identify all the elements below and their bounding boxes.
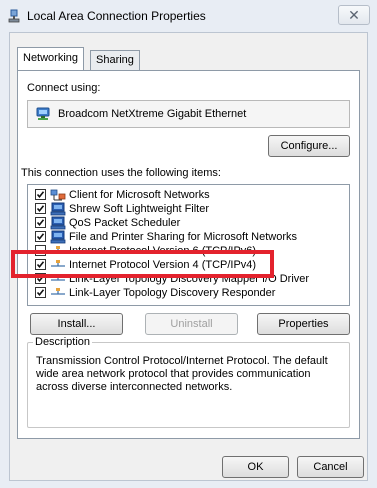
protocol-icon — [51, 260, 65, 267]
list-item[interactable]: Internet Protocol Version 6 (TCP/IPv6) — [28, 245, 349, 259]
list-item[interactable]: Shrew Soft Lightweight Filter — [28, 202, 349, 217]
configure-button[interactable]: Configure... — [268, 135, 350, 157]
checkmark-icon — [36, 219, 45, 227]
dialog-body: Networking Sharing Connect using: Broadc… — [9, 32, 368, 481]
checkmark-icon — [36, 289, 45, 297]
close-icon: ✕ — [348, 7, 360, 23]
item-checkbox[interactable] — [35, 287, 46, 298]
connect-using-label: Connect using: — [27, 82, 101, 94]
protocol-icon — [51, 246, 65, 253]
description-legend: Description — [33, 336, 93, 348]
items-list[interactable]: Client for Microsoft Networks Shrew Soft… — [27, 184, 350, 306]
item-label: QoS Packet Scheduler — [69, 217, 181, 229]
item-label: File and Printer Sharing for Microsoft N… — [69, 231, 298, 243]
uninstall-button[interactable]: Uninstall — [145, 313, 238, 335]
list-item[interactable]: QoS Packet Scheduler — [28, 216, 349, 231]
item-checkbox[interactable] — [35, 259, 46, 270]
item-label: Link-Layer Topology Discovery Mapper I/O… — [69, 273, 310, 285]
item-label: Internet Protocol Version 6 (TCP/IPv6) — [69, 245, 257, 257]
list-item[interactable]: Link-Layer Topology Discovery Mapper I/O… — [28, 273, 349, 287]
network-connection-icon — [8, 9, 20, 23]
description-text: Transmission Control Protocol/Internet P… — [36, 355, 328, 393]
cancel-button[interactable]: Cancel — [297, 456, 364, 478]
description-group: Description Transmission Control Protoco… — [27, 336, 350, 428]
properties-dialog: Local Area Connection Properties ✕ Netwo… — [0, 0, 377, 488]
item-label: Shrew Soft Lightweight Filter — [69, 203, 210, 215]
install-button[interactable]: Install... — [30, 313, 123, 335]
item-label: Internet Protocol Version 4 (TCP/IPv4) — [69, 259, 257, 271]
item-checkbox[interactable] — [35, 189, 46, 200]
tab-sharing[interactable]: Sharing — [90, 50, 140, 70]
list-item[interactable]: Client for Microsoft Networks — [28, 189, 349, 203]
item-checkbox[interactable] — [35, 217, 46, 228]
checkmark-icon — [36, 233, 45, 241]
item-checkbox[interactable] — [35, 231, 46, 242]
checkmark-icon — [36, 261, 45, 269]
item-checkbox[interactable] — [35, 245, 46, 256]
checkmark-icon — [36, 191, 45, 199]
network-service-icon — [50, 216, 66, 230]
network-adapter-icon — [36, 107, 50, 120]
ok-button[interactable]: OK — [222, 456, 289, 478]
item-label: Link-Layer Topology Discovery Responder — [69, 287, 276, 299]
protocol-icon — [51, 274, 65, 281]
network-client-icon — [50, 189, 66, 201]
networking-panel: Connect using: Broadcom NetXtreme Gigabi… — [17, 70, 360, 439]
items-label: This connection uses the following items… — [21, 167, 221, 179]
window-title: Local Area Connection Properties — [27, 9, 206, 23]
item-checkbox[interactable] — [35, 273, 46, 284]
item-checkbox[interactable] — [35, 203, 46, 214]
title-bar[interactable]: Local Area Connection Properties ✕ — [0, 0, 377, 32]
network-service-icon — [50, 230, 66, 244]
adapter-name: Broadcom NetXtreme Gigabit Ethernet — [58, 108, 247, 120]
list-item[interactable]: File and Printer Sharing for Microsoft N… — [28, 230, 349, 245]
checkmark-icon — [36, 275, 45, 283]
checkmark-icon — [36, 205, 45, 213]
list-item[interactable]: Internet Protocol Version 4 (TCP/IPv4) — [28, 259, 349, 273]
properties-button[interactable]: Properties — [257, 313, 350, 335]
protocol-icon — [51, 288, 65, 295]
close-button[interactable]: ✕ — [338, 5, 370, 25]
list-item[interactable]: Link-Layer Topology Discovery Responder — [28, 287, 349, 301]
item-label: Client for Microsoft Networks — [69, 189, 210, 201]
adapter-field: Broadcom NetXtreme Gigabit Ethernet — [27, 100, 350, 128]
network-service-icon — [50, 202, 66, 216]
tab-networking[interactable]: Networking — [17, 47, 85, 70]
